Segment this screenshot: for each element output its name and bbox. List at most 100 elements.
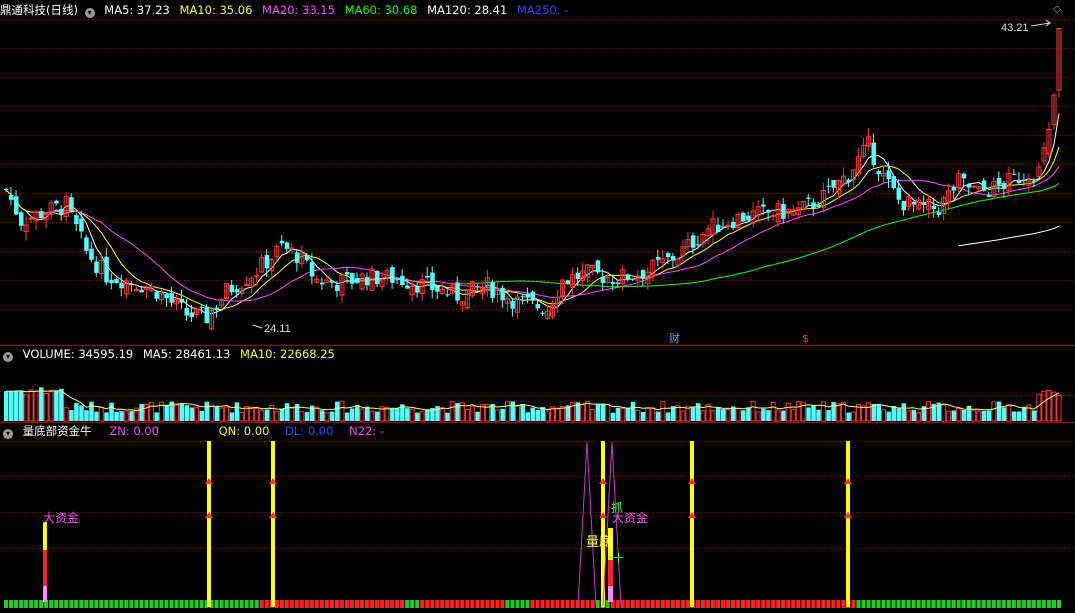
indicator-base-bar <box>460 600 465 608</box>
volume-bar <box>590 409 596 422</box>
volume-bar <box>755 411 761 422</box>
volume-bar <box>605 403 611 422</box>
indicator-base-bar <box>470 600 475 608</box>
indicator-base-bar <box>134 600 139 608</box>
indicator-base-bar <box>104 600 109 608</box>
volume-bar <box>916 412 922 422</box>
indicator-base-bar <box>986 600 991 608</box>
indicator-base-bar <box>615 600 620 608</box>
indicator-base-bar <box>851 600 856 608</box>
indicator-base-bar <box>746 600 751 608</box>
ma-line <box>5 146 1060 311</box>
indicator-base-bar <box>395 600 400 608</box>
indicator-base-bar <box>911 600 916 608</box>
candle-body <box>14 196 19 215</box>
high-arrow-icon <box>1030 19 1051 27</box>
candle-body <box>565 280 571 284</box>
volume-bar <box>500 408 505 421</box>
indicator-base-bar <box>380 600 385 608</box>
volume-bar <box>1036 393 1042 422</box>
volume-bar <box>104 412 109 421</box>
volume-bar <box>555 407 561 422</box>
indicator-base-bar <box>665 600 670 608</box>
candle-body <box>114 279 119 284</box>
indicator-base-bar <box>440 600 445 608</box>
signal-bar <box>846 441 850 607</box>
indicator-base-bar <box>716 600 721 608</box>
indicator-base-bar <box>495 600 500 608</box>
indicator-base-bar <box>430 600 435 608</box>
candle-body <box>400 275 405 285</box>
volume-bar <box>865 402 871 422</box>
candle-body <box>871 142 876 166</box>
volume-bar <box>785 402 791 422</box>
volume-bar <box>510 401 515 421</box>
volume-bar <box>264 409 270 421</box>
volume-bar <box>415 412 420 421</box>
volume-bar <box>911 409 917 421</box>
indicator-base-bar <box>1026 600 1031 608</box>
indicator-base-bar <box>991 600 996 608</box>
volume-bar <box>405 408 410 421</box>
indicator-base-bar <box>385 600 390 608</box>
candle-body <box>69 197 74 211</box>
volume-bar <box>695 403 701 421</box>
indicator-base-bar <box>1021 600 1026 608</box>
indicator-base-bar <box>776 600 781 608</box>
indicator-base-bar <box>415 600 420 608</box>
indicator-base-bar <box>645 600 650 608</box>
volume-bar <box>966 405 972 421</box>
volume-bar <box>645 407 651 422</box>
volume-bar <box>314 406 320 422</box>
indicator-base-bar <box>244 600 249 608</box>
volume-bar <box>811 405 816 421</box>
volume-bar <box>761 408 766 421</box>
indicator-base-bar <box>304 600 309 608</box>
indicator-base-bar <box>299 600 304 608</box>
candle-body <box>319 282 325 285</box>
volume-bar <box>154 412 159 421</box>
low-arrow-icon <box>252 324 263 329</box>
candle-body <box>781 204 786 219</box>
volume-bar <box>339 400 345 422</box>
volume-bar <box>635 409 641 422</box>
ma-line <box>958 225 1060 247</box>
finance-marker[interactable]: 财 <box>669 331 680 345</box>
indicator-base-bar <box>660 600 665 608</box>
indicator-base-bar <box>94 600 99 608</box>
volume-bar <box>419 411 425 422</box>
indicator-base-bar <box>555 600 560 608</box>
candle-body <box>1016 180 1022 184</box>
indicator-base-bar <box>114 600 119 608</box>
candle-body <box>831 180 836 188</box>
volume-bar <box>139 404 144 421</box>
volume-bar <box>996 401 1002 421</box>
volume-bar <box>294 404 300 421</box>
candle-body <box>229 284 235 293</box>
candle-body <box>670 256 676 261</box>
indicator-base-bar <box>685 600 690 608</box>
volume-bar <box>891 406 897 421</box>
dividend-marker[interactable]: $ <box>802 332 809 345</box>
indicator-base-bar <box>339 600 344 608</box>
volume-bar <box>735 407 741 422</box>
chart-canvas[interactable]: 43.21 24.11 财 $ 大资金 大资金 量底 抓 十 <box>0 0 1075 613</box>
volume-bar <box>535 409 541 421</box>
indicator-base-bar <box>189 600 194 608</box>
volume-bar <box>520 404 525 421</box>
volume-bar <box>846 412 851 421</box>
indicator-base-bar <box>525 600 530 608</box>
volume-bar <box>725 409 731 422</box>
signal-arrow-icon <box>688 478 696 484</box>
signal-arrow-icon <box>844 512 852 518</box>
candle-body <box>761 204 766 207</box>
volume-bar <box>359 408 365 422</box>
volume-bar <box>324 412 330 422</box>
chart-window: 鼎通科技(日线) ▾ MA5: 37.23 MA10: 35.06 MA20: … <box>0 0 1075 613</box>
indicator-base-bar <box>390 600 395 608</box>
candle-body <box>415 286 420 293</box>
volume-bar <box>1006 404 1012 422</box>
indicator-base-bar <box>731 600 736 608</box>
indicator-base-bar <box>284 600 289 608</box>
volume-bar <box>4 391 9 421</box>
